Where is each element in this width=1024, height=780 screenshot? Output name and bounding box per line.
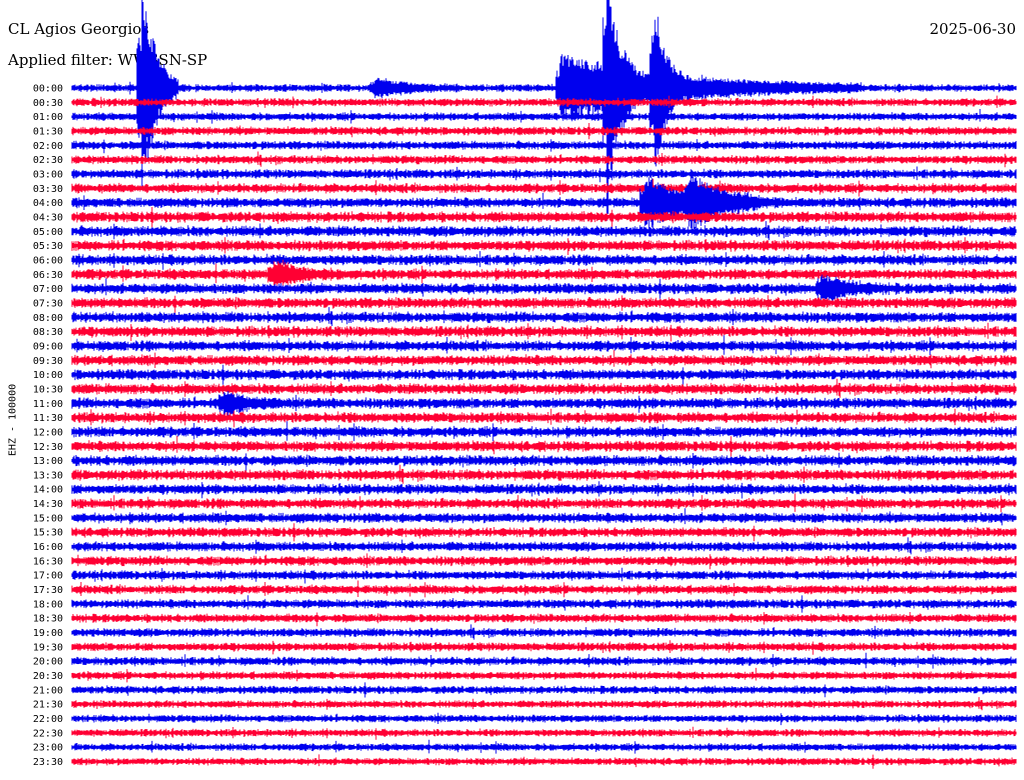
row-label: 21:30 (33, 700, 63, 711)
trace-row (71, 139, 1017, 154)
trace-row (71, 464, 1017, 484)
row-label: 11:30 (33, 413, 63, 424)
row-label: 08:30 (33, 327, 63, 338)
trace-row (71, 667, 1017, 683)
trace-row (71, 221, 1017, 241)
trace-row (71, 739, 1017, 754)
row-label: 04:00 (33, 198, 63, 209)
trace-row (71, 682, 1017, 698)
trace-row (71, 567, 1017, 584)
row-label: 21:00 (33, 685, 63, 696)
row-label: 09:00 (33, 341, 63, 352)
row-label: 15:30 (33, 528, 63, 539)
row-label: 15:00 (33, 513, 63, 524)
trace-row (71, 726, 1017, 740)
trace-row (71, 452, 1017, 471)
trace-row (71, 523, 1017, 542)
row-label: 03:30 (33, 184, 63, 195)
row-label: 04:30 (33, 212, 63, 223)
row-label: 14:30 (33, 499, 63, 510)
trace-row (71, 350, 1017, 369)
trace-row (71, 754, 1017, 769)
row-label: 13:30 (33, 470, 63, 481)
trace-row (71, 595, 1017, 613)
trace-row (71, 237, 1017, 255)
trace-row (71, 697, 1017, 711)
row-label: 22:30 (33, 728, 63, 739)
row-label: 07:00 (33, 284, 63, 295)
helicorder-plot: 00:00 00:30 01:00 01:30 02:00 02:30 03:00 03:30… (33, 0, 1017, 769)
trace-row (71, 508, 1017, 526)
row-label: 14:00 (33, 485, 63, 496)
row-label: 23:30 (33, 757, 63, 768)
row-label: 02:30 (33, 155, 63, 166)
row-label: 18:30 (33, 614, 63, 625)
trace-row (71, 364, 1017, 385)
trace-row (71, 307, 1017, 326)
row-label: 09:30 (33, 356, 63, 367)
trace-row (71, 712, 1017, 726)
row-label: 12:30 (33, 442, 63, 453)
row-label: 01:30 (33, 126, 63, 137)
trace-row (71, 481, 1017, 499)
trace-row (71, 335, 1017, 356)
row-label: 19:00 (33, 628, 63, 639)
trace-row (71, 207, 1017, 228)
trace-row (71, 378, 1017, 398)
row-label: 03:00 (33, 169, 63, 180)
row-label: 16:00 (33, 542, 63, 553)
row-label: 00:30 (33, 98, 63, 109)
trace-row (71, 251, 1017, 270)
trace-row (71, 322, 1017, 342)
row-label: 00:00 (33, 84, 63, 95)
trace-row (71, 123, 1017, 140)
trace-row (71, 493, 1017, 513)
trace-row (71, 640, 1017, 655)
trace-row (71, 295, 1017, 313)
row-label: 12:00 (33, 427, 63, 438)
row-label: 10:00 (33, 370, 63, 381)
trace-row (71, 108, 1017, 124)
row-label: 05:00 (33, 227, 63, 238)
row-label: 19:30 (33, 642, 63, 653)
trace-row (71, 580, 1017, 598)
row-label: 01:00 (33, 112, 63, 123)
trace-row (71, 436, 1017, 457)
row-label: 10:30 (33, 384, 63, 395)
row-label: 02:00 (33, 141, 63, 152)
row-label: 16:30 (33, 556, 63, 567)
row-label: 13:00 (33, 456, 63, 467)
row-label: 06:30 (33, 270, 63, 281)
trace-row (71, 95, 1017, 109)
trace-row (71, 421, 1017, 442)
row-label: 20:00 (33, 657, 63, 668)
row-label: 20:30 (33, 671, 63, 682)
row-label: 11:00 (33, 399, 63, 410)
trace-row (71, 151, 1017, 168)
row-label: 08:00 (33, 313, 63, 324)
trace-row (71, 553, 1017, 570)
trace-row (71, 612, 1017, 627)
trace-row (71, 537, 1017, 555)
row-label: 06:00 (33, 255, 63, 266)
row-label: 22:00 (33, 714, 63, 725)
row-label: 18:00 (33, 599, 63, 610)
trace-row (71, 390, 1017, 417)
trace-row (71, 408, 1017, 428)
row-label: 17:00 (33, 571, 63, 582)
row-label: 17:30 (33, 585, 63, 596)
row-label: 05:30 (33, 241, 63, 252)
helicorder-page: CL Agios Georgios Applied filter: WWSSN-… (0, 0, 1024, 780)
row-label: 23:00 (33, 743, 63, 754)
trace-row (71, 624, 1017, 640)
trace-row (71, 652, 1017, 669)
trace-row (71, 178, 1017, 197)
trace-row (71, 173, 1017, 229)
row-label: 07:30 (33, 298, 63, 309)
trace-row (71, 166, 1017, 183)
